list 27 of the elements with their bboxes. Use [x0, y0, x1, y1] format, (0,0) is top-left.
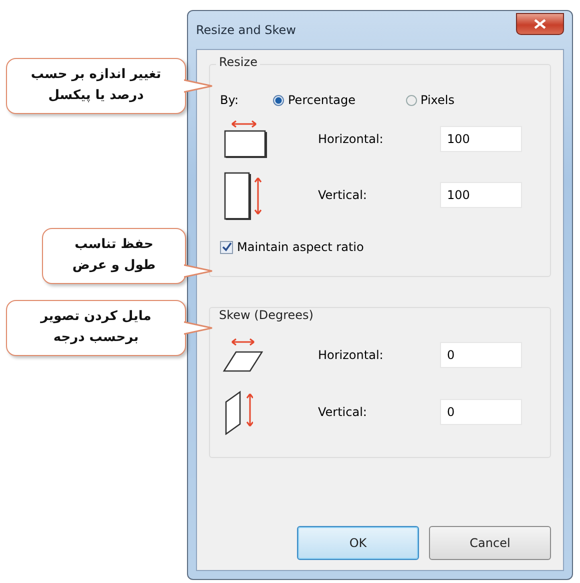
- window-title: Resize and Skew: [196, 23, 296, 37]
- callout: حفظ تناسب طول و عرض: [42, 228, 186, 284]
- callout: تغییر اندازه بر حسب درصد یا پیکسل: [6, 58, 186, 114]
- callout-pointer: [184, 78, 214, 93]
- radio-option[interactable]: Pixels: [406, 93, 538, 107]
- callout: مایل کردن تصویر برحسب درجه: [6, 300, 186, 356]
- radio-option[interactable]: Percentage: [273, 93, 406, 107]
- resize-vertical-icon: [222, 170, 262, 220]
- group-heading: Resize: [216, 55, 260, 69]
- skew-horizontal-icon: [222, 338, 263, 372]
- close-button[interactable]: [516, 13, 564, 35]
- field-label: Vertical:: [318, 404, 368, 418]
- resize-horizontal-icon: [222, 119, 267, 158]
- aspect-ratio-checkbox[interactable]: Maintain aspect ratio: [220, 240, 364, 254]
- field-label: Horizontal:: [318, 132, 384, 146]
- ok-button[interactable]: OK: [297, 526, 419, 560]
- by-label: By:: [220, 93, 240, 107]
- field-label: Vertical:: [318, 188, 368, 202]
- close-icon: [534, 19, 546, 29]
- field-label: Horizontal:: [318, 348, 384, 362]
- input-field[interactable]: 0: [440, 342, 522, 368]
- input-field[interactable]: 100: [440, 126, 522, 152]
- callout-pointer: [184, 320, 214, 335]
- input-field[interactable]: 100: [440, 182, 522, 208]
- input-field[interactable]: 0: [440, 398, 522, 424]
- cancel-button[interactable]: Cancel: [429, 526, 551, 560]
- callout-pointer: [184, 264, 214, 278]
